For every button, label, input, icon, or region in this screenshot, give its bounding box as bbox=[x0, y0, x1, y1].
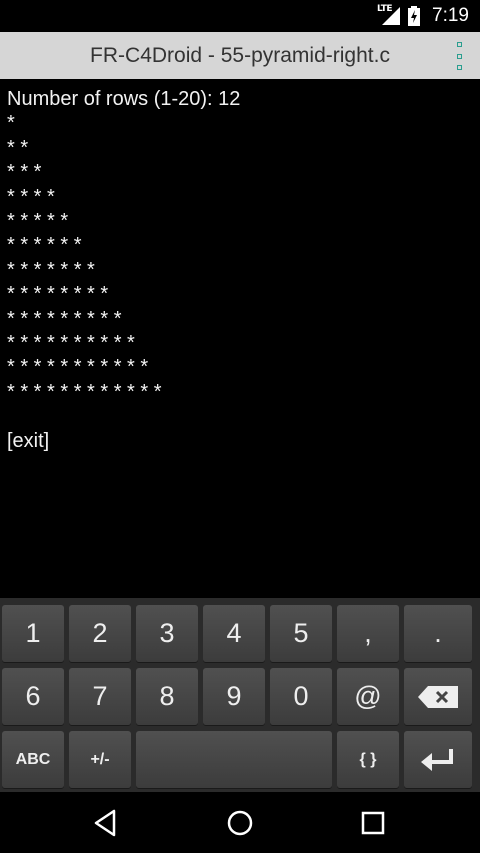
back-icon[interactable] bbox=[90, 806, 124, 840]
braces-key[interactable]: { } bbox=[337, 731, 399, 788]
key-8[interactable]: 8 bbox=[136, 668, 198, 725]
output-line: * * * bbox=[7, 161, 42, 184]
overflow-menu-icon[interactable] bbox=[454, 42, 464, 70]
output-line: * * * * * * * * * * * bbox=[7, 356, 149, 379]
key-9[interactable]: 9 bbox=[203, 668, 265, 725]
navigation-bar bbox=[0, 792, 480, 853]
output-line: * * * * * * * * bbox=[7, 283, 109, 306]
key-1[interactable]: 1 bbox=[2, 605, 64, 662]
network-type: LTE bbox=[376, 4, 393, 14]
output-line: * * * * * * * bbox=[7, 258, 95, 281]
app-title: FR-C4Droid - 55-pyramid-right.c bbox=[90, 44, 390, 67]
terminal-output[interactable]: Number of rows (1-20): 12 * * * * * * * * * … bbox=[0, 79, 480, 598]
app-bar: FR-C4Droid - 55-pyramid-right.c bbox=[0, 32, 480, 79]
sign-key[interactable]: +/- bbox=[69, 731, 131, 788]
output-line: * * * * * * bbox=[7, 234, 82, 257]
home-icon[interactable] bbox=[223, 806, 257, 840]
battery-charging-icon bbox=[408, 6, 421, 26]
output-line: * bbox=[7, 112, 15, 135]
output-line: * * * * bbox=[7, 185, 55, 208]
key-4[interactable]: 4 bbox=[203, 605, 265, 662]
key-comma[interactable]: , bbox=[337, 605, 399, 662]
output-line: * * * * * * * * * bbox=[7, 307, 122, 330]
enter-key[interactable] bbox=[404, 731, 472, 788]
key-7[interactable]: 7 bbox=[69, 668, 131, 725]
output-line: * * * * * bbox=[7, 210, 69, 232]
backspace-key[interactable] bbox=[404, 668, 472, 725]
key-2[interactable]: 2 bbox=[69, 605, 131, 662]
soft-keyboard: 1 2 3 4 5 , . 6 7 8 9 0 @ ABC +/- { } bbox=[0, 598, 480, 792]
clock: 7:19 bbox=[432, 5, 469, 26]
status-bar: LTE 7:19 bbox=[0, 0, 480, 32]
backspace-icon bbox=[418, 685, 458, 708]
key-period[interactable]: . bbox=[404, 605, 472, 662]
key-3[interactable]: 3 bbox=[136, 605, 198, 662]
enter-icon bbox=[421, 748, 453, 771]
status-icons: LTE 7:19 bbox=[359, 0, 469, 32]
space-key[interactable] bbox=[136, 731, 332, 788]
recents-icon[interactable] bbox=[356, 806, 390, 840]
abc-key[interactable]: ABC bbox=[2, 731, 64, 788]
output-line: * * bbox=[7, 136, 29, 159]
exit-line: [exit] bbox=[7, 429, 50, 452]
output-line: * * * * * * * * * * * * bbox=[7, 380, 162, 403]
key-6[interactable]: 6 bbox=[2, 668, 64, 725]
key-5[interactable]: 5 bbox=[270, 605, 332, 662]
key-0[interactable]: 0 bbox=[270, 668, 332, 725]
output-line: * * * * * * * * * * bbox=[7, 332, 135, 354]
prompt-line: Number of rows (1-20): 12 bbox=[7, 88, 241, 110]
key-at[interactable]: @ bbox=[337, 668, 399, 725]
